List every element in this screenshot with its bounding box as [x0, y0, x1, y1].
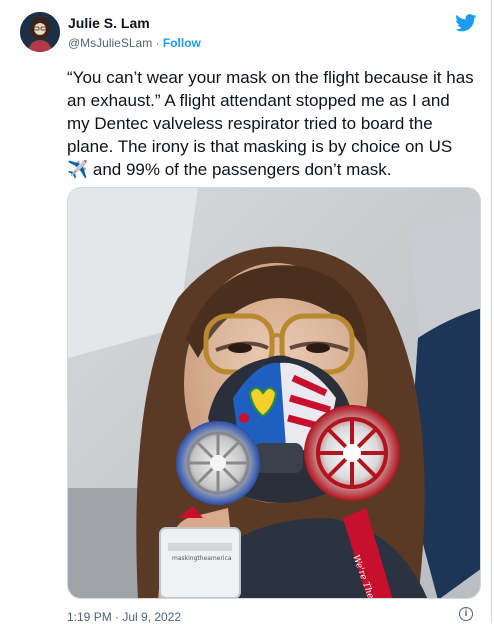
twitter-bird-icon[interactable] — [455, 14, 477, 32]
info-icon[interactable]: i — [459, 607, 473, 621]
author-name[interactable]: Julie S. Lam — [68, 15, 150, 31]
tweet-timestamp[interactable]: 1:19 PM · Jul 9, 2022 — [67, 610, 181, 624]
author-handle[interactable]: @MsJulieSLam — [68, 36, 152, 50]
avatar-image — [20, 12, 60, 52]
handle-separator: · — [152, 36, 163, 50]
author-handle-row: @MsJulieSLam · Follow — [68, 36, 201, 50]
tweet-card: Julie S. Lam @MsJulieSLam · Follow “You … — [0, 0, 492, 624]
tweet-photo[interactable]: We're There. maskingtheamerica — [67, 187, 481, 599]
selfie-photo: We're There. maskingtheamerica — [68, 188, 480, 598]
avatar[interactable] — [20, 12, 60, 52]
follow-button[interactable]: Follow — [163, 36, 201, 50]
badge-card-text: maskingtheamerica — [172, 555, 232, 562]
tweet-text: “You can’t wear your mask on the flight … — [67, 68, 474, 179]
